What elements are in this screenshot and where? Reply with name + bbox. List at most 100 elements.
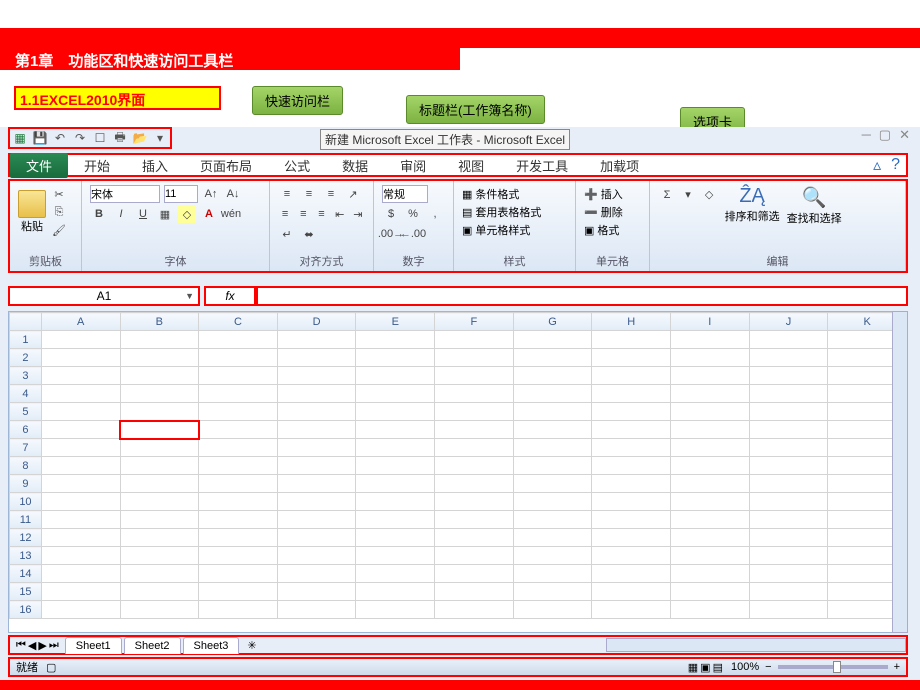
bold-button[interactable]: B <box>90 205 108 223</box>
cell[interactable] <box>277 385 356 403</box>
cell[interactable] <box>592 601 671 619</box>
cell[interactable] <box>592 403 671 421</box>
column-header[interactable]: G <box>513 313 592 331</box>
sheet-first-icon[interactable]: ⏮ <box>16 639 26 652</box>
border-icon[interactable]: ▦ <box>156 205 174 223</box>
sheet-nav-controls[interactable]: ⏮ ◀ ▶ ⏭ <box>10 639 65 652</box>
cell[interactable] <box>513 511 592 529</box>
row-header[interactable]: 9 <box>10 475 42 493</box>
cell[interactable] <box>749 439 828 457</box>
cell[interactable] <box>435 403 514 421</box>
cell[interactable] <box>120 511 199 529</box>
cell[interactable] <box>513 421 592 439</box>
row-header[interactable]: 14 <box>10 565 42 583</box>
name-box[interactable]: A1 ▼ <box>8 286 200 306</box>
cell[interactable] <box>749 583 828 601</box>
cell[interactable] <box>749 475 828 493</box>
fill-icon[interactable]: ▾ <box>679 185 697 203</box>
font-name-select[interactable] <box>90 185 160 203</box>
autosum-icon[interactable]: Σ <box>658 186 676 204</box>
cell[interactable] <box>435 565 514 583</box>
cell[interactable] <box>199 349 278 367</box>
underline-button[interactable]: U <box>134 205 152 223</box>
conditional-format-button[interactable]: ▦条件格式 <box>462 186 567 202</box>
copy-icon[interactable]: ⎘ <box>50 203 68 221</box>
align-right-icon[interactable]: ≡ <box>314 205 328 223</box>
cell[interactable] <box>199 493 278 511</box>
cell[interactable] <box>120 457 199 475</box>
view-pagebreak-icon[interactable]: ▤ <box>713 661 723 674</box>
cell[interactable] <box>513 349 592 367</box>
insert-cells-button[interactable]: ➕插入 <box>584 186 641 202</box>
column-header[interactable]: H <box>592 313 671 331</box>
cell[interactable] <box>513 565 592 583</box>
cell[interactable] <box>277 403 356 421</box>
cell[interactable] <box>592 385 671 403</box>
row-header[interactable]: 11 <box>10 511 42 529</box>
italic-button[interactable]: I <box>112 205 130 223</box>
cell[interactable] <box>356 493 435 511</box>
cell[interactable] <box>513 385 592 403</box>
cell[interactable] <box>277 439 356 457</box>
cell[interactable] <box>592 331 671 349</box>
cell[interactable] <box>435 457 514 475</box>
cell[interactable] <box>592 457 671 475</box>
cell[interactable] <box>120 421 199 439</box>
tab-home[interactable]: 开始 <box>68 153 126 178</box>
cell[interactable] <box>199 331 278 349</box>
formula-bar[interactable] <box>256 286 908 306</box>
cell[interactable] <box>592 349 671 367</box>
row-header[interactable]: 2 <box>10 349 42 367</box>
row-header[interactable]: 3 <box>10 367 42 385</box>
cell[interactable] <box>41 547 120 565</box>
cell[interactable] <box>435 475 514 493</box>
cell[interactable] <box>277 529 356 547</box>
cell[interactable] <box>41 457 120 475</box>
cell[interactable] <box>277 511 356 529</box>
cell[interactable] <box>671 403 750 421</box>
tab-review[interactable]: 审阅 <box>384 153 442 178</box>
column-header[interactable]: C <box>199 313 278 331</box>
delete-cells-button[interactable]: ➖删除 <box>584 204 641 220</box>
row-header[interactable]: 13 <box>10 547 42 565</box>
cell[interactable] <box>41 439 120 457</box>
cell[interactable] <box>356 403 435 421</box>
cell[interactable] <box>671 439 750 457</box>
cell[interactable] <box>41 511 120 529</box>
decrease-decimal-icon[interactable]: ←.00 <box>404 225 422 243</box>
cell[interactable] <box>356 349 435 367</box>
cell[interactable] <box>356 583 435 601</box>
column-header[interactable]: D <box>277 313 356 331</box>
print-preview-icon[interactable]: 🖶 <box>112 130 128 146</box>
cell[interactable] <box>356 421 435 439</box>
percent-icon[interactable]: % <box>404 205 422 223</box>
cell[interactable] <box>592 439 671 457</box>
horizontal-scrollbar[interactable] <box>606 638 906 652</box>
cell[interactable] <box>513 583 592 601</box>
cell[interactable] <box>120 565 199 583</box>
cell-styles-button[interactable]: ▣单元格样式 <box>462 222 567 238</box>
minimize-icon[interactable]: ─ <box>862 127 871 143</box>
cell[interactable] <box>41 421 120 439</box>
find-select-button[interactable]: 🔍 查找和选择 <box>786 185 842 226</box>
cell[interactable] <box>592 421 671 439</box>
cell[interactable] <box>435 421 514 439</box>
help-icon[interactable]: ? <box>891 156 900 174</box>
tab-formula[interactable]: 公式 <box>268 153 326 178</box>
cell[interactable] <box>356 565 435 583</box>
cell[interactable] <box>671 367 750 385</box>
column-header[interactable]: F <box>435 313 514 331</box>
cell[interactable] <box>120 403 199 421</box>
worksheet-grid[interactable]: ABCDEFGHIJK12345678910111213141516 <box>8 311 908 633</box>
orientation-icon[interactable]: ↗ <box>344 185 362 203</box>
close-icon[interactable]: ✕ <box>899 127 910 143</box>
wrap-text-icon[interactable]: ↵ <box>278 225 296 243</box>
cell[interactable] <box>120 439 199 457</box>
merge-center-icon[interactable]: ⬌ <box>300 225 318 243</box>
cell[interactable] <box>199 403 278 421</box>
currency-icon[interactable]: $ <box>382 205 400 223</box>
redo-icon[interactable]: ↷ <box>72 130 88 146</box>
sheet-prev-icon[interactable]: ◀ <box>28 639 36 652</box>
cell[interactable] <box>120 367 199 385</box>
cell[interactable] <box>671 565 750 583</box>
